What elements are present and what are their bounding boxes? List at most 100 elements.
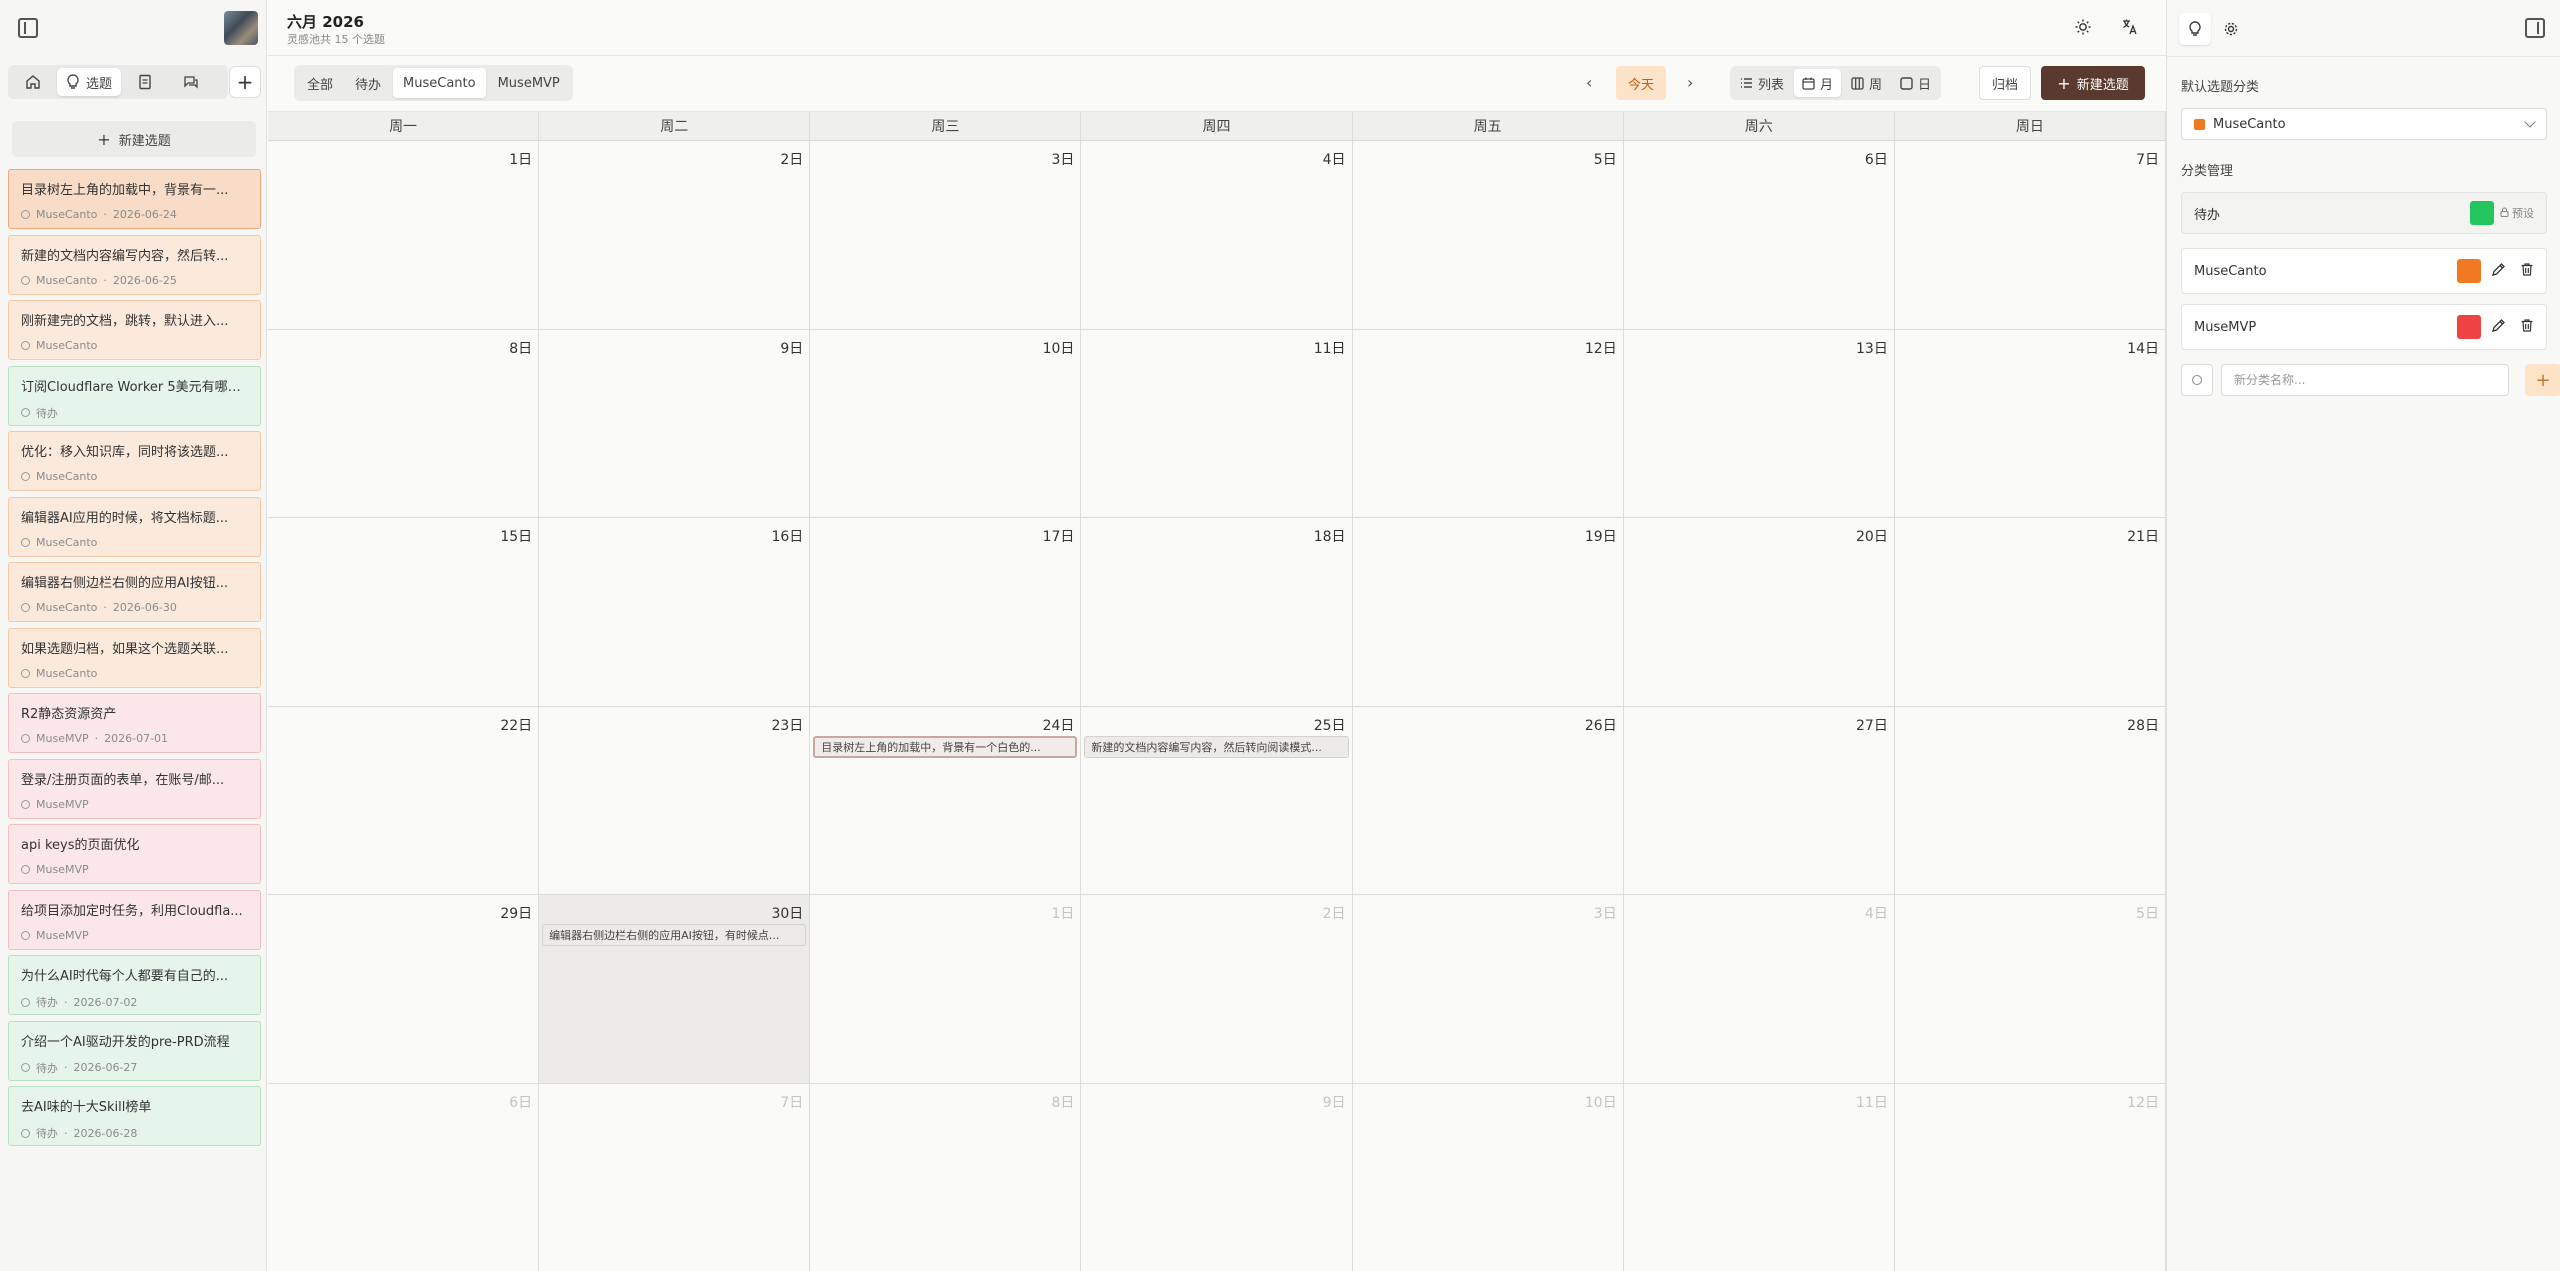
tab-settings[interactable] <box>2215 13 2247 45</box>
sun-icon[interactable] <box>2074 18 2092 40</box>
calendar-day[interactable]: 19日 <box>1352 518 1624 707</box>
topic-card[interactable]: 给项目添加定时任务，利用Cloudfla... MuseMVP <box>8 889 261 950</box>
chevron-left-icon[interactable]: ‹ <box>1586 73 1592 92</box>
new-category-input[interactable] <box>2221 364 2509 396</box>
topic-card[interactable]: 订阅Cloudflare Worker 5美元有哪些... 待办 <box>8 365 261 426</box>
collapse-right-panel-icon[interactable] <box>2525 18 2545 38</box>
topic-card[interactable]: 刚新建完的文档，跳转，默认进入... MuseCanto <box>8 300 261 360</box>
calendar-day[interactable]: 4日 <box>1081 141 1353 330</box>
category-color-swatch[interactable] <box>2457 315 2481 339</box>
calendar-day[interactable]: 12日 <box>1894 1083 2166 1271</box>
nav-tab-topics[interactable]: 选题 <box>57 68 121 96</box>
filter-tab[interactable]: 全部 <box>297 68 343 98</box>
today-button[interactable]: 今天 <box>1616 66 1666 100</box>
add-button[interactable]: + <box>229 66 261 98</box>
calendar-event[interactable]: 编辑器右侧边栏右侧的应用AI按钮，有时候点... <box>542 924 807 946</box>
topic-card[interactable]: 介绍一个AI驱动开发的pre-PRD流程 待办 · 2026-06-27 <box>8 1020 261 1081</box>
topic-card[interactable]: 为什么AI时代每个人都要有自己的... 待办 · 2026-07-02 <box>8 955 261 1015</box>
calendar-day[interactable]: 27日 <box>1623 706 1895 895</box>
calendar-day[interactable]: 10日 <box>810 329 1082 518</box>
calendar-day[interactable]: 9日 <box>1081 1083 1353 1271</box>
new-topic-button[interactable]: + 新建选题 <box>12 121 256 157</box>
calendar-day[interactable]: 23日 <box>539 706 811 895</box>
calendar-day[interactable]: 8日 <box>810 1083 1082 1271</box>
calendar-event[interactable]: 目录树左上角的加载中，背景有一个白色的... <box>813 735 1078 758</box>
calendar-day[interactable]: 15日 <box>268 518 540 707</box>
calendar-day[interactable]: 17日 <box>810 518 1082 707</box>
calendar-day[interactable]: 14日 <box>1894 329 2166 518</box>
topic-card[interactable]: 新建的文档内容编写内容，然后转... MuseCanto · 2026-06-25 <box>8 234 261 295</box>
calendar-day[interactable]: 24日 目录树左上角的加载中，背景有一个白色的... <box>810 706 1082 895</box>
archive-button[interactable]: 归档 <box>1979 66 2031 100</box>
filter-tab[interactable]: MuseCanto <box>393 68 486 98</box>
topic-card[interactable]: 编辑器AI应用的时候，将文档标题... MuseCanto <box>8 496 261 557</box>
calendar-day[interactable]: 7日 <box>539 1083 811 1271</box>
nav-tab-docs[interactable] <box>123 68 167 96</box>
calendar-day[interactable]: 10日 <box>1352 1083 1624 1271</box>
calendar-day[interactable]: 6日 <box>1623 141 1895 330</box>
calendar-day[interactable]: 2日 <box>539 141 811 330</box>
view-tab[interactable]: 周 <box>1843 69 1890 97</box>
calendar-day[interactable]: 30日 编辑器右侧边栏右侧的应用AI按钮，有时候点... <box>539 895 811 1084</box>
topic-card[interactable]: 编辑器右侧边栏右侧的应用AI按钮... MuseCanto · 2026-06-30 <box>8 562 261 622</box>
default-category-value: MuseCanto <box>2213 116 2286 132</box>
tab-topics[interactable] <box>2179 13 2211 45</box>
calendar-day[interactable]: 9日 <box>539 329 811 518</box>
default-category-select[interactable]: MuseCanto <box>2181 108 2547 140</box>
pencil-icon[interactable] <box>2491 318 2506 337</box>
day-number: 6日 <box>509 1094 533 1111</box>
view-tab[interactable]: 列表 <box>1732 69 1792 97</box>
topic-card[interactable]: 优化：移入知识库，同时将该选题... MuseCanto <box>8 431 261 491</box>
category-color-swatch[interactable] <box>2457 259 2481 283</box>
calendar-day[interactable]: 11日 <box>1081 329 1353 518</box>
view-tab[interactable]: 日 <box>1892 69 1939 97</box>
calendar-day[interactable]: 6日 <box>268 1083 540 1271</box>
calendar-day[interactable]: 1日 <box>810 895 1082 1084</box>
topic-card[interactable]: 去AI味的十大Skill榜单 待办 · 2026-06-28 <box>8 1086 261 1146</box>
view-tab[interactable]: 月 <box>1794 69 1842 97</box>
calendar-day[interactable]: 8日 <box>268 329 540 518</box>
calendar-day[interactable]: 5日 <box>1894 895 2166 1084</box>
calendar-day[interactable]: 12日 <box>1352 329 1624 518</box>
calendar-day[interactable]: 13日 <box>1623 329 1895 518</box>
category-color-swatch[interactable] <box>2470 201 2494 225</box>
calendar-event[interactable]: 新建的文档内容编写内容，然后转向阅读模式... <box>1084 735 1349 758</box>
calendar-day[interactable]: 22日 <box>268 706 540 895</box>
calendar-day[interactable]: 7日 <box>1894 141 2166 330</box>
calendar-day[interactable]: 18日 <box>1081 518 1353 707</box>
calendar-day[interactable]: 3日 <box>1352 895 1624 1084</box>
trash-icon[interactable] <box>2520 318 2534 337</box>
calendar-day[interactable]: 5日 <box>1352 141 1624 330</box>
collapse-left-sidebar-icon[interactable] <box>18 18 38 38</box>
calendar-day[interactable]: 3日 <box>810 141 1082 330</box>
translate-icon[interactable] <box>2121 18 2139 40</box>
calendar-day[interactable]: 28日 <box>1894 706 2166 895</box>
chevron-right-icon[interactable]: › <box>1687 73 1693 92</box>
filter-tab[interactable]: 待办 <box>345 68 391 98</box>
calendar-day[interactable]: 11日 <box>1623 1083 1895 1271</box>
trash-icon[interactable] <box>2520 262 2534 281</box>
nav-tab-chat[interactable] <box>169 68 213 96</box>
pencil-icon[interactable] <box>2491 262 2506 281</box>
calendar-day[interactable]: 20日 <box>1623 518 1895 707</box>
calendar-day[interactable]: 2日 <box>1081 895 1353 1084</box>
topic-card[interactable]: R2静态资源资产 MuseMVP · 2026-07-01 <box>8 693 261 753</box>
filter-tab[interactable]: MuseMVP <box>488 68 570 98</box>
topic-card[interactable]: 目录树左上角的加载中，背景有一... MuseCanto · 2026-06-24 <box>8 169 261 229</box>
topic-card[interactable]: api keys的页面优化 MuseMVP <box>8 824 261 884</box>
new-topic-primary-button[interactable]: + 新建选题 <box>2041 66 2145 100</box>
calendar-day[interactable]: 26日 <box>1352 706 1624 895</box>
calendar-day[interactable]: 16日 <box>539 518 811 707</box>
color-picker-button[interactable] <box>2181 364 2213 396</box>
calendar-day[interactable]: 29日 <box>268 895 540 1084</box>
avatar[interactable] <box>224 11 258 45</box>
topic-card[interactable]: 如果选题归档，如果这个选题关联... MuseCanto <box>8 627 261 688</box>
calendar-day[interactable]: 21日 <box>1894 518 2166 707</box>
calendar-day[interactable]: 4日 <box>1623 895 1895 1084</box>
topic-card[interactable]: 登录/注册页面的表单，在账号/邮... MuseMVP <box>8 758 261 819</box>
calendar-day[interactable]: 25日 新建的文档内容编写内容，然后转向阅读模式... <box>1081 706 1353 895</box>
add-category-button[interactable]: + <box>2525 364 2560 396</box>
calendar-day[interactable]: 1日 <box>268 141 540 330</box>
nav-tab-home[interactable] <box>11 68 55 96</box>
left-nav-tabs: 选题 <box>8 65 228 99</box>
